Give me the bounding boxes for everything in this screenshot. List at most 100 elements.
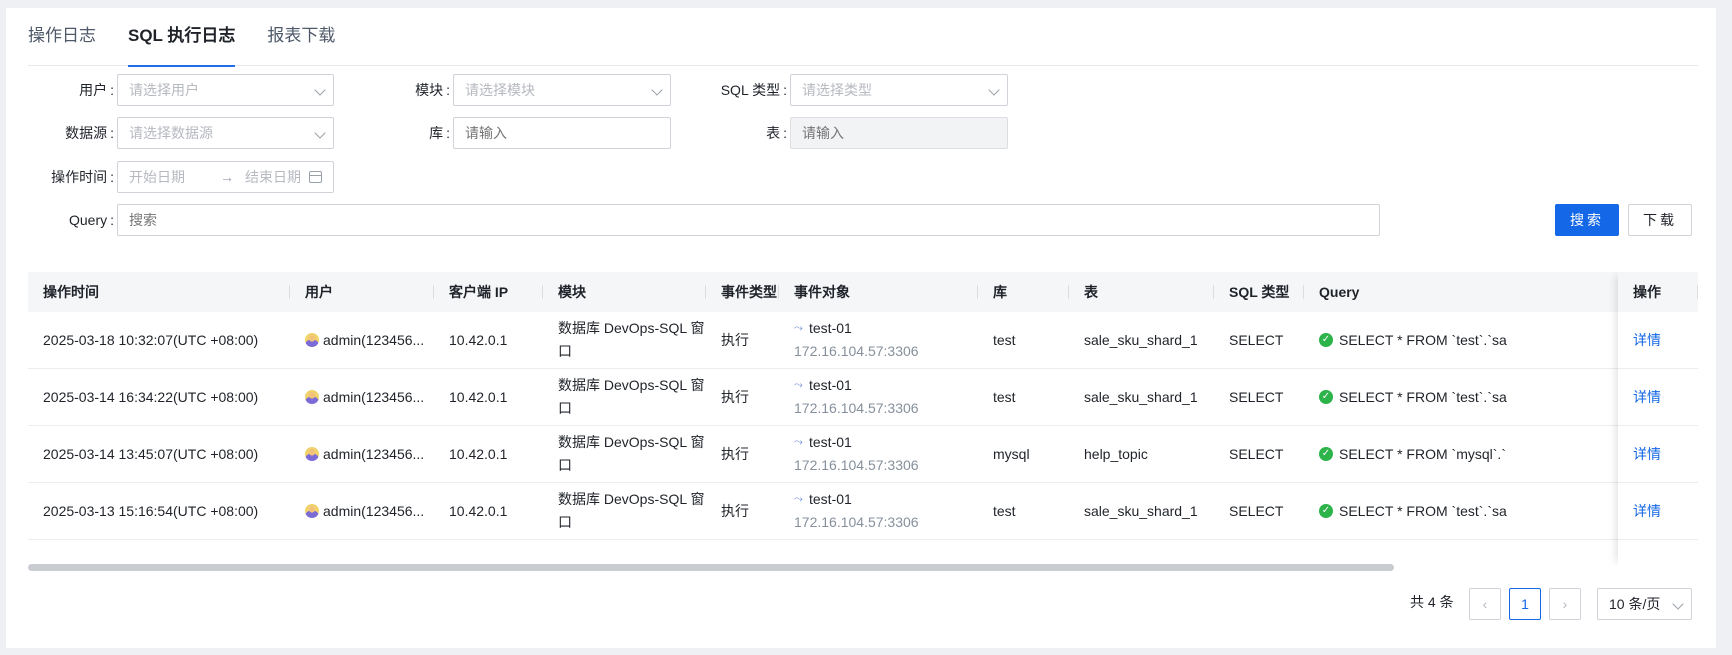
cell-sql-type: SELECT [1229,503,1284,519]
cell-query: ✓ SELECT * FROM `test`.`sa [1304,483,1618,539]
col-header-event-object: 事件对象 [779,272,978,312]
next-page-button[interactable]: › [1549,588,1581,620]
datasource-select[interactable]: 请选择数据源 [117,117,334,149]
detail-link[interactable]: 详情 [1633,501,1661,521]
cell-event-type: 执行 [721,332,749,348]
tab-operation-log[interactable]: 操作日志 [28,8,96,66]
cell-table: sale_sku_shard_1 [1084,389,1198,405]
start-date-placeholder[interactable]: 开始日期 [129,169,185,185]
cell-event-type: 执行 [721,503,749,519]
query-filter-label: Query: [68,212,114,228]
cell-client-ip: 10.42.0.1 [449,332,508,348]
arrow-right-icon: → [220,169,234,185]
cell-module: 数据库 DevOps-SQL 窗口 [558,434,705,473]
detail-link[interactable]: 详情 [1633,330,1661,350]
cell-action: 详情 [1618,369,1698,426]
user-select[interactable]: 请选择用户 [117,74,334,106]
object-name: test-01 [809,434,852,450]
check-circle-icon: ✓ [1319,333,1333,347]
user-name: admin(123456... [323,503,425,519]
object-address: 172.16.104.57:3306 [794,457,919,473]
chevron-down-icon [314,127,326,139]
date-range-picker[interactable]: 开始日期 → 结束日期 [117,161,334,193]
cell-event-object: ⤳ test-01 172.16.104.57:3306 [779,312,978,368]
detail-link[interactable]: 详情 [1633,387,1661,407]
cell-user: admin(123456... [290,369,434,425]
col-header-database: 库 [978,272,1069,312]
object-name: test-01 [809,320,852,336]
database-input[interactable] [453,117,671,149]
tab-sql-log[interactable]: SQL 执行日志 [128,8,236,67]
avatar [305,447,319,461]
sql-type-filter-label: SQL 类型: [720,82,787,98]
table-row: 2025-03-14 16:34:22(UTC +08:00) admin(123… [28,369,1698,426]
table-input [790,117,1008,149]
cell-user: admin(123456... [290,312,434,368]
detail-link[interactable]: 详情 [1633,444,1661,464]
cell-action: 详情 [1618,312,1698,369]
cell-user: admin(123456... [290,483,434,539]
cell-database: mysql [993,446,1030,462]
database-icon: ⤳ [794,436,803,448]
end-date-placeholder[interactable]: 结束日期 [245,162,301,192]
query-search-input[interactable] [117,204,1380,236]
cell-client-ip: 10.42.0.1 [449,389,508,405]
database-filter-label: 库: [429,125,450,141]
sql-type-select-placeholder: 请选择类型 [802,82,872,98]
cell-event-object: ⤳ test-01 172.16.104.57:3306 [779,483,978,539]
cell-user: admin(123456... [290,426,434,482]
col-header-action: 操作 [1618,272,1698,312]
chevron-down-icon [1672,598,1684,610]
page-size-select[interactable]: 10 条/页 [1597,588,1692,620]
object-address: 172.16.104.57:3306 [794,514,919,530]
sql-log-table: 操作时间 用户 客户端 IP 模块 事件类型 事件对象 库 表 SQL 类型 Q… [28,272,1698,566]
col-header-query: Query [1319,284,1360,300]
module-select[interactable]: 请选择模块 [453,74,671,106]
cell-table: sale_sku_shard_1 [1084,332,1198,348]
chevron-left-icon: ‹ [1482,596,1488,612]
avatar [305,333,319,347]
prev-page-button[interactable]: ‹ [1469,588,1501,620]
cell-database: test [993,332,1016,348]
cell-event-object: ⤳ test-01 172.16.104.57:3306 [779,369,978,425]
time-filter-label: 操作时间: [51,169,114,185]
chevron-right-icon: › [1562,596,1568,612]
user-name: admin(123456... [323,389,425,405]
page-1-button[interactable]: 1 [1509,588,1541,620]
table-row: 2025-03-18 10:32:07(UTC +08:00) admin(123… [28,312,1698,369]
sql-type-select[interactable]: 请选择类型 [790,74,1008,106]
cell-query: ✓ SELECT * FROM `mysql`.` [1304,426,1618,482]
col-header-event-type: 事件类型 [721,284,779,300]
pagination-total: 共 4 条 [1410,594,1454,610]
query-text: SELECT * FROM `mysql`.` [1339,446,1506,462]
search-button[interactable]: 搜索 [1555,204,1619,236]
object-address: 172.16.104.57:3306 [794,343,919,359]
chevron-down-icon [651,84,663,96]
cell-database: test [993,389,1016,405]
horizontal-scrollbar[interactable] [28,564,1394,571]
user-name: admin(123456... [323,332,425,348]
table-filter-label: 表: [766,125,787,141]
cell-module: 数据库 DevOps-SQL 窗口 [558,320,705,359]
user-select-placeholder: 请选择用户 [129,82,199,98]
cell-client-ip: 10.42.0.1 [449,446,508,462]
database-icon: ⤳ [794,379,803,391]
col-header-table: 表 [1069,272,1214,312]
tab-report-download[interactable]: 报表下载 [267,8,335,66]
cell-event-type: 执行 [721,389,749,405]
avatar [305,390,319,404]
database-icon: ⤳ [794,322,803,334]
cell-event-object: ⤳ test-01 172.16.104.57:3306 [779,426,978,482]
cell-sql-type: SELECT [1229,446,1284,462]
user-name: admin(123456... [323,446,425,462]
cell-time: 2025-03-14 13:45:07(UTC +08:00) [43,446,259,462]
query-text: SELECT * FROM `test`.`sa [1339,389,1507,405]
object-name: test-01 [809,377,852,393]
cell-module: 数据库 DevOps-SQL 窗口 [558,377,705,416]
check-circle-icon: ✓ [1319,390,1333,404]
calendar-icon [309,171,322,183]
download-button[interactable]: 下载 [1628,204,1692,236]
cell-action: 详情 [1618,483,1698,540]
cell-time: 2025-03-13 15:16:54(UTC +08:00) [43,503,259,519]
table-row: 2025-03-13 15:16:54(UTC +08:00) admin(123… [28,483,1698,540]
